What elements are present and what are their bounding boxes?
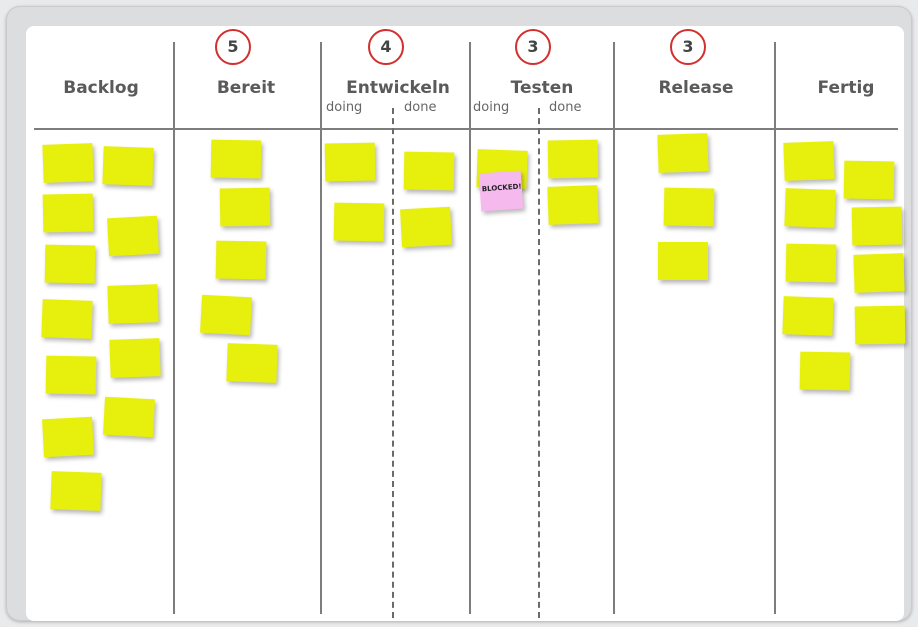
sticky-note[interactable] bbox=[42, 193, 94, 233]
sticky-note[interactable] bbox=[853, 253, 905, 293]
column-title-bereit: Bereit bbox=[216, 78, 276, 98]
sticky-note[interactable] bbox=[854, 305, 906, 345]
column-title-backlog: Backlog bbox=[63, 78, 139, 98]
sticky-note[interactable] bbox=[200, 294, 252, 336]
subcolumn-label-doing: doing bbox=[473, 100, 510, 115]
sticky-note[interactable] bbox=[102, 146, 154, 186]
sticky-note[interactable] bbox=[45, 355, 97, 395]
sticky-note[interactable] bbox=[799, 351, 851, 391]
sticky-note[interactable] bbox=[403, 151, 455, 191]
column-divider bbox=[613, 42, 615, 614]
subcolumn-divider bbox=[392, 108, 394, 618]
column-divider bbox=[320, 42, 322, 614]
sticky-note[interactable] bbox=[333, 202, 385, 242]
column-divider bbox=[173, 42, 175, 614]
header-divider bbox=[34, 128, 898, 130]
column-divider bbox=[469, 42, 471, 614]
subcolumn-label-done: done bbox=[404, 100, 437, 115]
blocked-label: BLOCKED! bbox=[481, 182, 522, 194]
sticky-note[interactable] bbox=[107, 284, 159, 324]
column-title-entwickeln: Entwickeln bbox=[346, 78, 450, 98]
column-title-fertig: Fertig bbox=[817, 78, 875, 98]
blocked-note[interactable]: BLOCKED! bbox=[478, 170, 524, 212]
sticky-note[interactable] bbox=[42, 416, 94, 458]
sticky-note[interactable] bbox=[782, 296, 834, 336]
wip-limit-release: 3 bbox=[670, 29, 706, 65]
sticky-note[interactable] bbox=[851, 206, 903, 246]
sticky-note[interactable] bbox=[109, 338, 161, 378]
sticky-note[interactable] bbox=[103, 396, 155, 438]
column-title-release: Release bbox=[658, 78, 734, 98]
wip-limit-entwickeln: 4 bbox=[368, 29, 404, 65]
wip-limit-testen: 3 bbox=[515, 29, 551, 65]
sticky-note[interactable] bbox=[226, 343, 278, 383]
sticky-note[interactable] bbox=[784, 188, 836, 228]
sticky-note[interactable] bbox=[657, 133, 709, 173]
sticky-note[interactable] bbox=[215, 240, 267, 280]
sticky-note[interactable] bbox=[50, 471, 102, 511]
sticky-note[interactable] bbox=[658, 242, 708, 280]
subcolumn-label-doing: doing bbox=[326, 100, 363, 115]
column-divider bbox=[774, 42, 776, 614]
sticky-note[interactable] bbox=[785, 243, 837, 283]
wip-limit-bereit: 5 bbox=[215, 29, 251, 65]
sticky-note[interactable] bbox=[219, 187, 271, 227]
sticky-note[interactable] bbox=[210, 139, 262, 179]
subcolumn-divider bbox=[538, 108, 540, 618]
column-title-testen: Testen bbox=[510, 78, 574, 98]
whiteboard-frame: Backlog Bereit Entwickeln Testen Release… bbox=[6, 6, 912, 621]
sticky-note[interactable] bbox=[41, 299, 93, 339]
sticky-note[interactable] bbox=[843, 160, 895, 200]
kanban-board: Backlog Bereit Entwickeln Testen Release… bbox=[26, 26, 906, 621]
sticky-note[interactable] bbox=[663, 187, 715, 227]
sticky-note[interactable] bbox=[547, 139, 599, 179]
sticky-note[interactable] bbox=[42, 143, 94, 183]
sticky-note[interactable] bbox=[400, 206, 452, 248]
sticky-note[interactable] bbox=[44, 244, 96, 284]
sticky-note[interactable] bbox=[547, 185, 599, 225]
subcolumn-label-done: done bbox=[549, 100, 582, 115]
sticky-note[interactable] bbox=[783, 141, 835, 181]
sticky-note[interactable] bbox=[107, 215, 159, 257]
sticky-note[interactable] bbox=[324, 142, 376, 182]
